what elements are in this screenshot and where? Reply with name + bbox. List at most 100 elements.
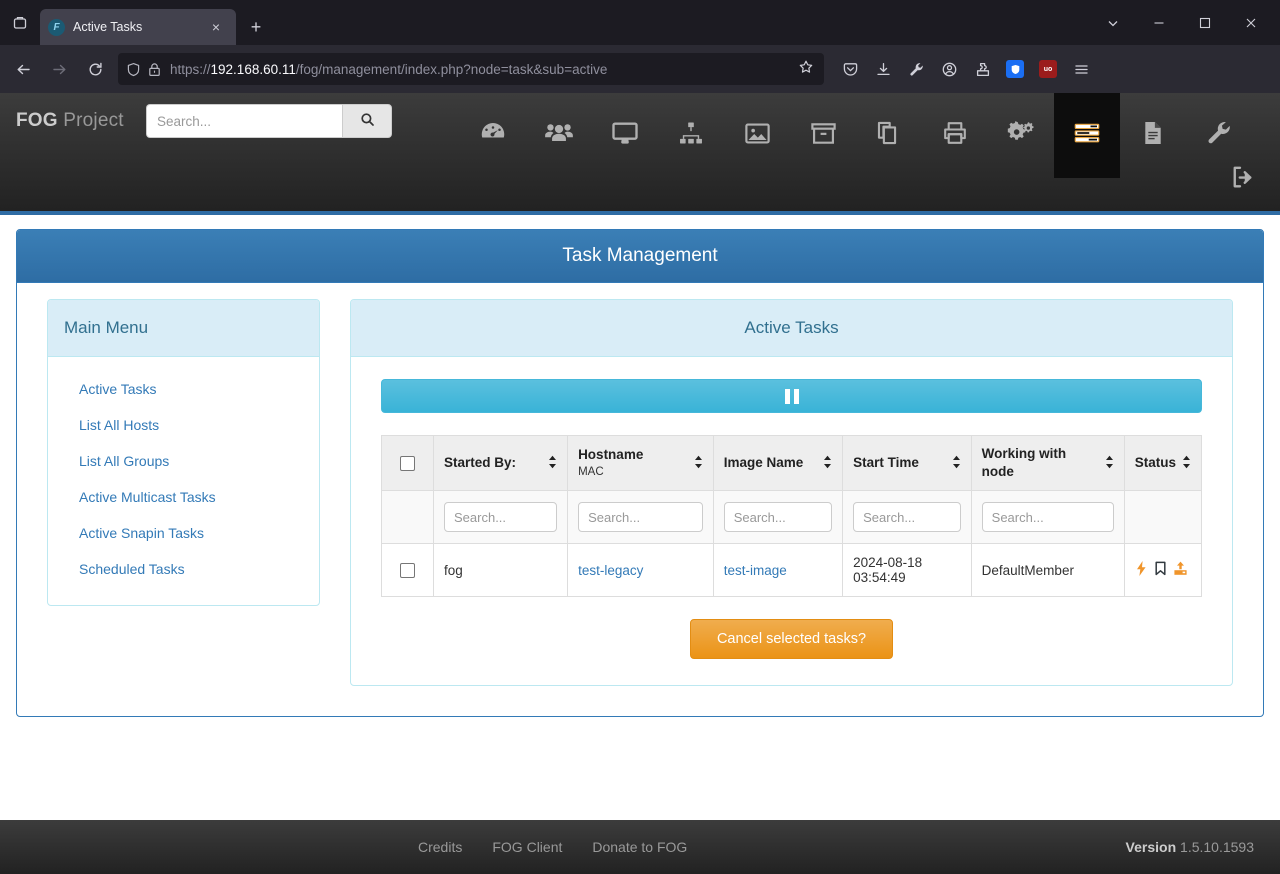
sitemap-icon: [677, 119, 705, 152]
nav-item-groups[interactable]: [658, 93, 724, 178]
forward-icon[interactable]: [42, 53, 76, 85]
filter-input-started-by[interactable]: [444, 502, 558, 533]
nav-item-storage[interactable]: [790, 93, 856, 178]
sort-icon[interactable]: [1105, 455, 1114, 472]
url-bar[interactable]: https://192.168.60.11/fog/management/ind…: [118, 53, 824, 85]
reload-icon[interactable]: [78, 53, 112, 85]
sidebar-item-active-snapin-tasks[interactable]: Active Snapin Tasks: [48, 515, 319, 551]
filter-input-start-time[interactable]: [853, 502, 961, 533]
sort-icon[interactable]: [548, 455, 557, 472]
select-all-header: [381, 434, 434, 492]
wrench-icon[interactable]: [900, 53, 932, 85]
row-select-cell: [381, 543, 434, 598]
url-text[interactable]: https://192.168.60.11/fog/management/ind…: [168, 62, 788, 77]
nav-item-reports[interactable]: [1120, 93, 1186, 178]
back-icon[interactable]: [6, 53, 40, 85]
users-group-icon: [543, 117, 575, 154]
search-input[interactable]: [146, 104, 342, 138]
column-header-hostname[interactable]: Hostname MAC: [567, 434, 714, 492]
footer-link-donate[interactable]: Donate to FOG: [592, 839, 687, 855]
fog-brand-logo[interactable]: FOG Project: [0, 110, 146, 132]
active-tasks-panel: Active Tasks Started By: Hostname MAC Im…: [350, 299, 1233, 687]
filter-cell-started-by: [432, 490, 569, 545]
page-content: Task Management Main Menu Active Tasks L…: [0, 215, 1280, 718]
row-checkbox[interactable]: [400, 563, 415, 579]
nav-item-snapins[interactable]: [856, 93, 922, 178]
sidebar-item-active-multicast-tasks[interactable]: Active Multicast Tasks: [48, 479, 319, 515]
page-viewport: FOG Project Search... Task Management Ma…: [0, 93, 1280, 874]
column-header-working-with-node[interactable]: Working with node: [970, 434, 1125, 492]
nav-item-hosts[interactable]: [592, 93, 658, 178]
extensions-icon[interactable]: [966, 53, 998, 85]
filter-input-node[interactable]: [981, 502, 1114, 533]
chevron-down-icon[interactable]: [1090, 5, 1136, 41]
new-tab-button[interactable]: +: [244, 15, 268, 39]
fog-top-navigation: FOG Project: [0, 93, 1280, 211]
sort-icon[interactable]: [823, 455, 832, 472]
image-name-link[interactable]: test-image: [724, 563, 787, 578]
bitwarden-extension-icon[interactable]: [999, 53, 1031, 85]
minimize-icon[interactable]: [1136, 5, 1182, 41]
sidebar-item-scheduled-tasks[interactable]: Scheduled Tasks: [48, 551, 319, 587]
nav-item-dashboard[interactable]: [460, 93, 526, 178]
column-header-started-by[interactable]: Started By:: [432, 434, 569, 492]
shield-icon[interactable]: [126, 62, 141, 77]
ublock-extension-icon[interactable]: uo: [1032, 53, 1064, 85]
fog-favicon: F: [48, 18, 65, 36]
table-body: fog test-legacy test-image 2024-08-18 03…: [381, 543, 1203, 598]
nav-item-images[interactable]: [724, 93, 790, 178]
window-close-icon[interactable]: [1228, 5, 1274, 41]
cancel-selected-tasks-button[interactable]: Cancel selected tasks?: [689, 619, 894, 660]
lock-warning-icon[interactable]: [147, 62, 162, 77]
table-head: Started By: Hostname MAC Image Name Star…: [381, 434, 1203, 545]
close-icon[interactable]: ×: [204, 15, 228, 39]
brand-bold: FOG: [16, 110, 58, 131]
table-row[interactable]: fog test-legacy test-image 2024-08-18 03…: [381, 543, 1203, 598]
download-icon[interactable]: [867, 53, 899, 85]
sort-icon[interactable]: [952, 455, 961, 472]
pause-icon: [784, 388, 799, 404]
lightning-bolt-icon[interactable]: [1135, 561, 1148, 579]
hostname-link[interactable]: test-legacy: [578, 563, 643, 578]
maximize-icon[interactable]: [1182, 5, 1228, 41]
nav-item-services[interactable]: [988, 93, 1054, 178]
pocket-save-icon[interactable]: [834, 53, 866, 85]
footer-version: Version 1.5.10.1593: [1126, 839, 1254, 855]
filter-cell-image-name: [712, 490, 844, 545]
active-tasks-title: Active Tasks: [351, 300, 1232, 357]
cell-status: [1123, 543, 1203, 598]
browser-window: F Active Tasks × + https://192.168.60.11…: [0, 0, 1280, 874]
column-header-status[interactable]: Status: [1123, 434, 1203, 492]
sort-icon[interactable]: [1182, 455, 1191, 472]
account-icon[interactable]: [933, 53, 965, 85]
archive-box-icon: [809, 119, 838, 153]
column-header-image-name[interactable]: Image Name: [712, 434, 844, 492]
nav-item-tasks[interactable]: [1054, 93, 1120, 178]
nav-item-printers[interactable]: [922, 93, 988, 178]
nav-item-users[interactable]: [526, 93, 592, 178]
logout-icon[interactable]: [1228, 162, 1258, 192]
sidebar-list: Active Tasks List All Hosts List All Gro…: [48, 357, 319, 605]
sidebar-item-list-all-groups[interactable]: List All Groups: [48, 443, 319, 479]
select-all-checkbox[interactable]: [400, 456, 415, 472]
sort-icon[interactable]: [694, 455, 703, 472]
upload-export-icon[interactable]: [1173, 561, 1188, 579]
footer-link-credits[interactable]: Credits: [418, 839, 462, 855]
footer-link-fog-client[interactable]: FOG Client: [492, 839, 562, 855]
sidebar-item-list-all-hosts[interactable]: List All Hosts: [48, 407, 319, 443]
column-header-start-time[interactable]: Start Time: [842, 434, 972, 492]
app-menu-icon[interactable]: [1065, 53, 1097, 85]
search-button[interactable]: [342, 104, 392, 138]
cell-started-by: fog: [432, 543, 569, 598]
sidebar-item-active-tasks[interactable]: Active Tasks: [48, 371, 319, 407]
bookmark-flag-icon[interactable]: [1154, 561, 1167, 579]
filter-input-image-name[interactable]: [723, 502, 833, 533]
browser-tab-active[interactable]: F Active Tasks ×: [40, 9, 236, 45]
cell-node: DefaultMember: [970, 543, 1125, 598]
filter-input-hostname[interactable]: [578, 502, 703, 533]
bookmark-star-icon[interactable]: [794, 59, 818, 80]
column-label-image-name: Image Name: [723, 455, 804, 471]
pause-tasks-button[interactable]: [381, 379, 1202, 413]
tab-list-button[interactable]: [0, 0, 40, 45]
column-label-started-by: Started By:: [444, 455, 517, 471]
